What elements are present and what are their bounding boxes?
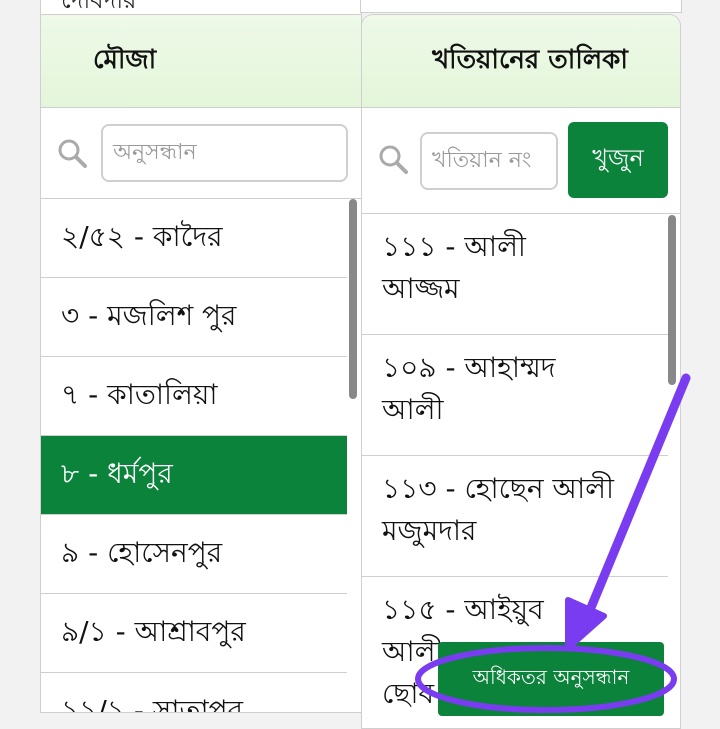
arrow-head: [565, 597, 607, 651]
annotation-overlay: [415, 373, 691, 713]
arrow-shaft: [585, 373, 691, 615]
highlight-ellipse: [415, 645, 677, 713]
